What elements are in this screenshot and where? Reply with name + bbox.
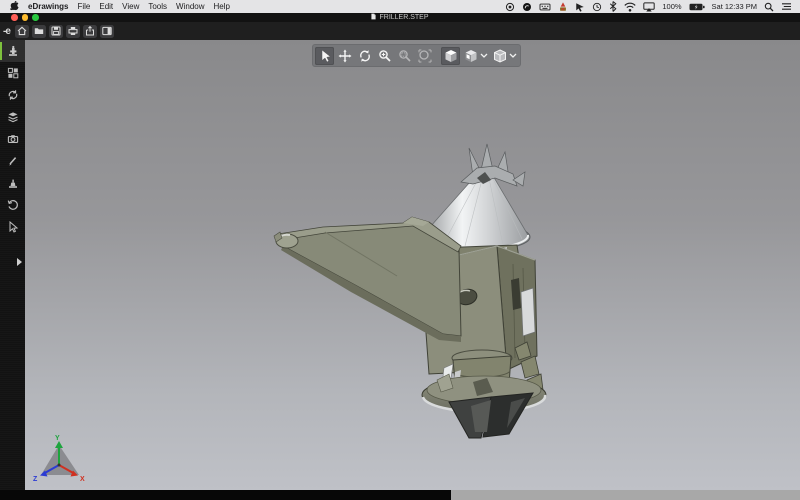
press-tool-icon <box>7 45 19 57</box>
save-button[interactable] <box>49 25 63 38</box>
app-alert-icon[interactable] <box>558 2 568 12</box>
battery-percentage[interactable]: 100% <box>662 2 681 11</box>
sidebar-item-history[interactable] <box>0 194 25 216</box>
menubar-clock[interactable]: Sat 12:33 PM <box>712 2 757 11</box>
apple-icon[interactable] <box>10 1 19 13</box>
window-title: FRILLER.STEP <box>379 14 428 21</box>
open-button[interactable] <box>32 25 46 38</box>
sidebar-item-layers[interactable] <box>0 106 25 128</box>
sidebar-item-pointer[interactable] <box>0 216 25 238</box>
z-axis-label: Z <box>33 476 38 483</box>
menu-extra-icon[interactable] <box>522 2 532 12</box>
home-button[interactable] <box>15 25 29 38</box>
battery-icon[interactable] <box>689 3 705 11</box>
sidebar-item-components[interactable] <box>0 62 25 84</box>
sync-arrows-icon <box>7 89 19 101</box>
window-titlebar[interactable]: FRILLER.STEP <box>0 13 800 22</box>
menu-view[interactable]: View <box>122 2 139 11</box>
sidebar-item-camera[interactable] <box>0 128 25 150</box>
model-bracket-arm <box>274 217 461 342</box>
camera-icon <box>7 133 19 145</box>
screen-mirroring-icon[interactable] <box>643 2 655 12</box>
screen-recording-icon[interactable] <box>505 2 515 12</box>
print-icon <box>68 26 78 36</box>
document-icon <box>371 13 376 22</box>
menu-edit[interactable]: Edit <box>99 2 113 11</box>
components-grid-icon <box>7 67 19 79</box>
bluetooth-icon[interactable] <box>609 1 617 12</box>
macos-menubar: eDrawings File Edit View Tools Window He… <box>0 0 800 13</box>
menu-file[interactable]: File <box>77 2 90 11</box>
stamp-icon <box>7 177 19 189</box>
pointer-status-icon[interactable] <box>575 2 585 12</box>
friller-3d-model[interactable] <box>25 40 800 490</box>
sidebar-item-stamp[interactable] <box>0 172 25 194</box>
spotlight-icon[interactable] <box>764 2 774 12</box>
share-icon <box>85 26 95 36</box>
x-axis-label: X <box>80 476 85 483</box>
sidebar-item-sync[interactable] <box>0 84 25 106</box>
home-icon <box>17 26 27 36</box>
panels-icon <box>102 26 112 36</box>
sidebar-item-markup-pen[interactable] <box>0 150 25 172</box>
orientation-triad: Y Z X <box>33 433 97 485</box>
cursor-icon <box>7 221 19 233</box>
edrawings-logo: -e <box>0 26 15 37</box>
viewport-3d[interactable]: Y Z X <box>25 40 800 490</box>
notification-center-icon[interactable] <box>781 2 792 11</box>
keyboard-icon[interactable] <box>539 2 551 12</box>
screen: eDrawings File Edit View Tools Window He… <box>0 0 800 500</box>
share-button[interactable] <box>83 25 97 38</box>
screen-bottom-strip <box>0 490 800 500</box>
screen-bottom-shadow <box>0 490 451 500</box>
sidebar-item-press-tool[interactable] <box>0 40 25 62</box>
wifi-icon[interactable] <box>624 2 636 12</box>
app-toolbar: -e <box>0 22 800 40</box>
folder-icon <box>34 26 44 36</box>
pen-icon <box>7 155 19 167</box>
layers-icon <box>7 111 19 123</box>
menu-help[interactable]: Help <box>214 2 230 11</box>
time-machine-icon[interactable] <box>592 2 602 12</box>
menu-tools[interactable]: Tools <box>148 2 167 11</box>
menu-window[interactable]: Window <box>176 2 204 11</box>
history-icon <box>7 199 19 211</box>
menubar-app-name[interactable]: eDrawings <box>28 2 68 11</box>
sidebar-flyout-arrow[interactable] <box>17 258 22 266</box>
print-button[interactable] <box>66 25 80 38</box>
panels-button[interactable] <box>100 25 114 38</box>
y-axis-label: Y <box>55 435 60 442</box>
save-icon <box>51 26 61 36</box>
